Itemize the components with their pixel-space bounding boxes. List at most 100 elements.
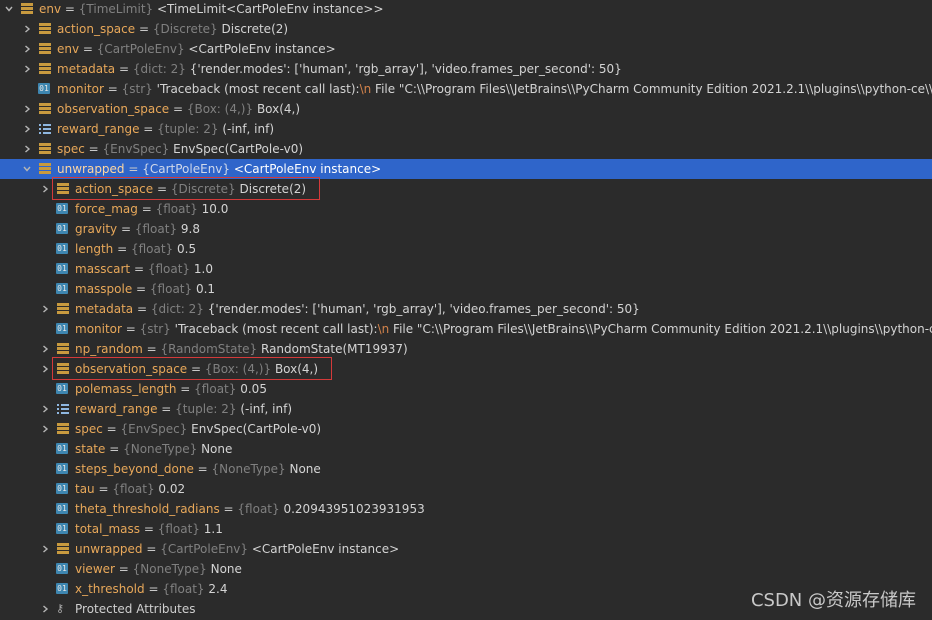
chevron-right-icon[interactable] (22, 24, 32, 34)
tree-row[interactable]: spec = {EnvSpec} EnvSpec(CartPole-v0) (0, 419, 932, 439)
tree-row[interactable]: action_space = {Discrete} Discrete(2) (0, 19, 932, 39)
variable-type: {str} (139, 322, 171, 336)
tree-row[interactable]: 01 state = {NoneType} None (0, 439, 932, 459)
variable-name: masscart (75, 262, 131, 276)
tree-row[interactable]: 01 monitor = {str} 'Traceback (most recen… (0, 79, 932, 99)
tree-row[interactable]: 01 total_mass = {float} 1.1 (0, 519, 932, 539)
equals-sign: = (61, 2, 79, 16)
highlight-annotation (52, 177, 320, 200)
number-icon: 01 (56, 503, 68, 514)
tree-row[interactable]: 01 tau = {float} 0.02 (0, 479, 932, 499)
equals-sign: = (84, 142, 103, 156)
variable-name: spec (57, 142, 85, 156)
variable-type: {RandomState} (160, 342, 258, 356)
chevron-right-icon[interactable] (22, 44, 32, 54)
variable-label: reward_range = {tuple: 2} (-inf, inf) (75, 401, 292, 417)
equals-sign: = (137, 202, 156, 216)
variable-type: {NoneType} (123, 442, 198, 456)
chevron-right-icon[interactable] (22, 124, 32, 134)
tree-row[interactable]: 01 monitor = {str} 'Traceback (most recen… (0, 319, 932, 339)
variable-label: steps_beyond_done = {NoneType} None (75, 461, 321, 477)
variable-name: monitor (75, 322, 122, 336)
object-icon (38, 142, 52, 156)
number-icon: 01 (56, 383, 68, 394)
chevron-right-icon[interactable] (40, 184, 50, 194)
tree-row[interactable]: 01 masspole = {float} 0.1 (0, 279, 932, 299)
tree-row[interactable]: 01 masscart = {float} 1.0 (0, 259, 932, 279)
escape-sequence: \n (359, 82, 372, 96)
variable-label: theta_threshold_radians = {float} 0.2094… (75, 501, 425, 517)
chevron-right-icon[interactable] (40, 344, 50, 354)
tree-row[interactable]: 01 theta_threshold_radians = {float} 0.20… (0, 499, 932, 519)
variable-label: spec = {EnvSpec} EnvSpec(CartPole-v0) (75, 421, 321, 437)
variable-value: {'render.modes': ['human', 'rgb_array'],… (189, 62, 622, 76)
variable-label: Protected Attributes (75, 601, 195, 617)
tree-row[interactable]: reward_range = {tuple: 2} (-inf, inf) (0, 119, 932, 139)
equals-sign: = (219, 502, 238, 516)
variable-label: state = {NoneType} None (75, 441, 232, 457)
chevron-right-icon[interactable] (22, 104, 32, 114)
object-icon (56, 342, 70, 356)
tree-row[interactable]: 01 polemass_length = {float} 0.05 (0, 379, 932, 399)
tree-row[interactable]: env = {TimeLimit} <TimeLimit<CartPoleEnv… (0, 0, 932, 19)
chevron-right-icon[interactable] (40, 304, 50, 314)
variable-type: {EnvSpec} (120, 422, 188, 436)
variable-type: {float} (157, 522, 200, 536)
tree-row[interactable]: metadata = {dict: 2} {'render.modes': ['… (0, 59, 932, 79)
variable-type: {float} (130, 242, 174, 256)
variable-label: spec = {EnvSpec} EnvSpec(CartPole-v0) (57, 141, 303, 157)
variable-label: viewer = {NoneType} None (75, 561, 242, 577)
chevron-right-icon[interactable] (40, 604, 50, 614)
chevron-right-icon[interactable] (40, 364, 50, 374)
variable-label: metadata = {dict: 2} {'render.modes': ['… (57, 61, 622, 77)
variable-label: monitor = {str} 'Traceback (most recent … (57, 81, 932, 97)
chevron-right-icon[interactable] (40, 544, 50, 554)
tree-row[interactable]: observation_space = {Box: (4,)} Box(4,) (0, 99, 932, 119)
variable-label: force_mag = {float} 10.0 (75, 201, 228, 217)
variable-type: {dict: 2} (132, 62, 186, 76)
watermark: CSDN @资源存储库 (750, 590, 916, 611)
equals-sign: = (139, 122, 158, 136)
variable-value: 9.8 (180, 222, 200, 236)
tree-row[interactable]: 01 steps_beyond_done = {NoneType} None (0, 459, 932, 479)
variable-value: <TimeLimit<CartPoleEnv instance>> (157, 2, 384, 16)
tree-row[interactable]: 01 viewer = {NoneType} None (0, 559, 932, 579)
variable-name: masspole (75, 282, 133, 296)
variable-name: polemass_length (75, 382, 177, 396)
equals-sign: = (94, 482, 113, 496)
tree-row[interactable]: 01 gravity = {float} 9.8 (0, 219, 932, 239)
variable-value: <CartPoleEnv instance> (233, 162, 382, 176)
chevron-right-icon[interactable] (40, 424, 50, 434)
tree-row[interactable]: env = {CartPoleEnv} <CartPoleEnv instanc… (0, 39, 932, 59)
tree-row[interactable]: metadata = {dict: 2} {'render.modes': ['… (0, 299, 932, 319)
tree-row[interactable]: 01 length = {float} 0.5 (0, 239, 932, 259)
variable-value: 0.20943951023931953 (283, 502, 425, 516)
equals-sign: = (117, 222, 135, 236)
variable-type: {float} (147, 262, 191, 276)
variable-type: {str} (121, 82, 153, 96)
tree-row[interactable]: np_random = {RandomState} RandomState(MT… (0, 339, 932, 359)
tree-row[interactable]: reward_range = {tuple: 2} (-inf, inf) (0, 399, 932, 419)
equals-sign: = (135, 22, 153, 36)
variable-type: {Discrete} (152, 22, 218, 36)
highlight-annotation (52, 357, 332, 380)
tree-row[interactable]: spec = {EnvSpec} EnvSpec(CartPole-v0) (0, 139, 932, 159)
chevron-down-icon[interactable] (4, 4, 14, 14)
object-icon (38, 62, 52, 76)
equals-sign: = (169, 102, 187, 116)
tree-row[interactable]: unwrapped = {CartPoleEnv} <CartPoleEnv i… (0, 539, 932, 559)
variable-label: length = {float} 0.5 (75, 241, 196, 257)
equals-sign: = (114, 562, 133, 576)
number-icon: 01 (56, 483, 68, 494)
escape-sequence: \n (377, 322, 390, 336)
chevron-right-icon[interactable] (22, 64, 32, 74)
tree-row[interactable]: 01 force_mag = {float} 10.0 (0, 199, 932, 219)
chevron-right-icon[interactable] (40, 404, 50, 414)
number-icon: 01 (56, 243, 68, 254)
chevron-right-icon[interactable] (22, 144, 32, 154)
variable-name: observation_space (57, 102, 170, 116)
variable-label: unwrapped = {CartPoleEnv} <CartPoleEnv i… (57, 161, 381, 177)
tree-row[interactable]: unwrapped = {CartPoleEnv} <CartPoleEnv i… (0, 159, 932, 179)
variable-value: 10.0 (201, 202, 229, 216)
chevron-down-icon[interactable] (22, 164, 32, 174)
